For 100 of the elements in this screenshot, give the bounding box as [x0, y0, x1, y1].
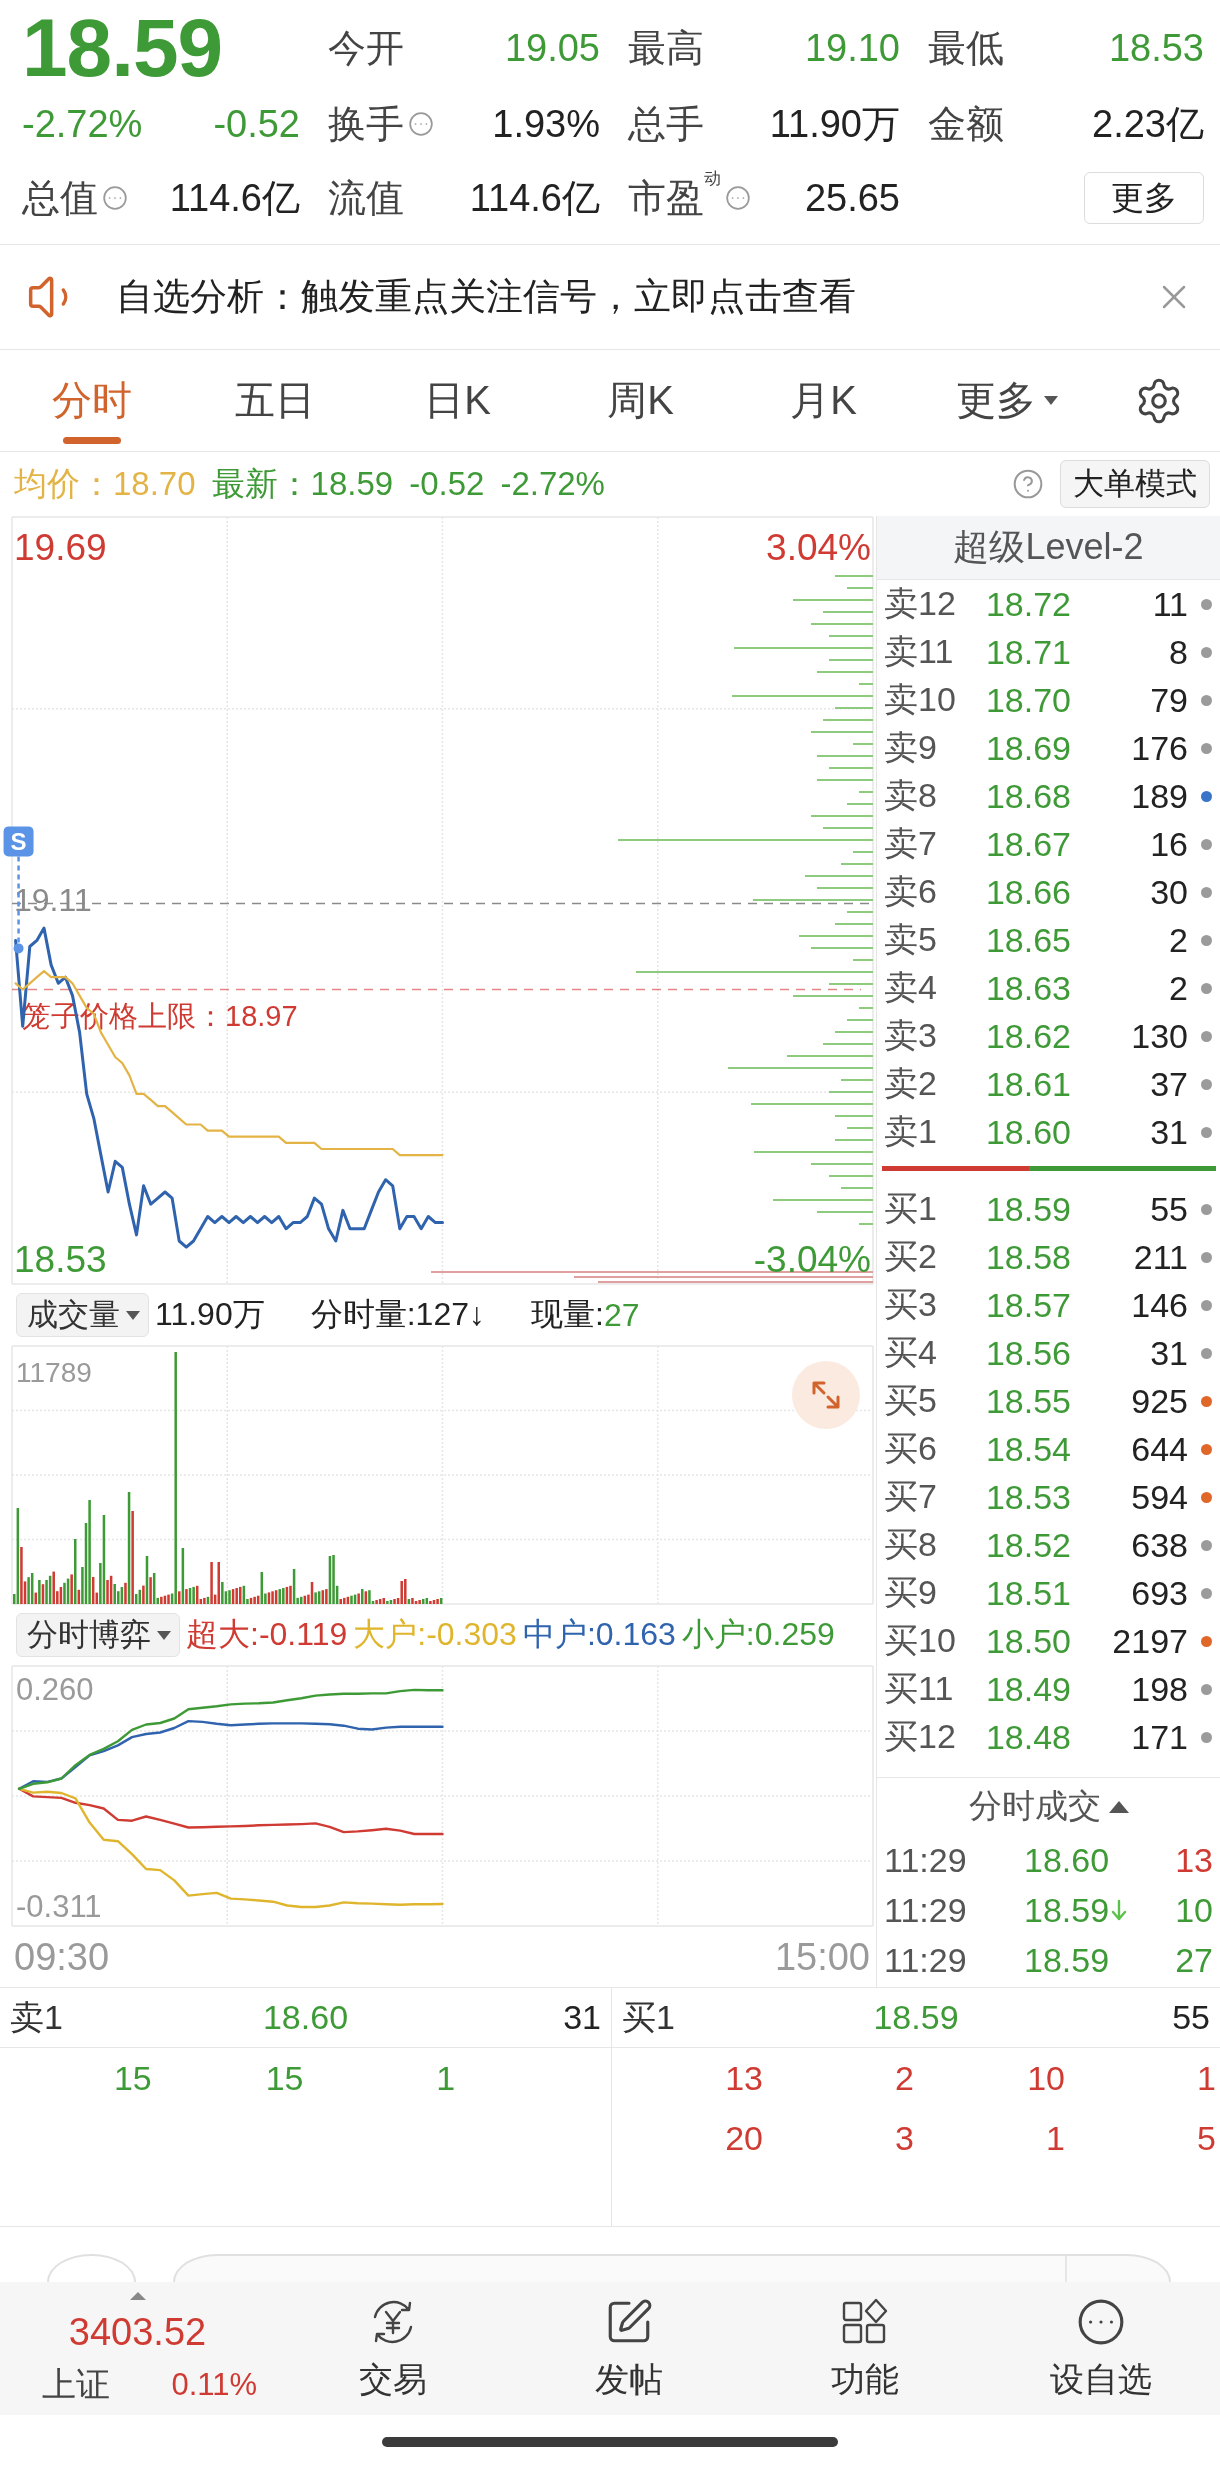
- stat-label: 最低: [928, 25, 1004, 71]
- notice-text[interactable]: 自选分析：触发重点关注信号，立即点击查看: [116, 272, 1154, 322]
- nav-item[interactable]: 设自选: [983, 2282, 1219, 2415]
- trade-time: 11:29: [884, 1840, 968, 1880]
- order-price: 18.50: [984, 1621, 1071, 1661]
- trade-price: 18.59: [1024, 1940, 1110, 1980]
- price-axis-label: 19.69: [14, 527, 107, 569]
- signal-badge: S: [3, 826, 34, 857]
- caret-down-icon: [126, 1310, 140, 1320]
- order-price: 18.70: [984, 680, 1071, 720]
- trade-price: 18.60: [1024, 1840, 1110, 1880]
- order-volume: 638: [1130, 1525, 1188, 1565]
- order-level: 买1: [884, 1188, 938, 1229]
- more-button[interactable]: 更多: [1084, 172, 1204, 224]
- order-price: 18.67: [984, 824, 1071, 864]
- order-volume: 55: [1149, 1189, 1188, 1229]
- stat-label: 流值: [328, 175, 404, 221]
- order-volume: 30: [1149, 872, 1188, 912]
- order-level: 买2: [884, 1236, 938, 1277]
- caret-up-icon: [129, 2292, 146, 2300]
- order-level: 卖9: [884, 727, 938, 768]
- nav-item[interactable]: 功能: [747, 2282, 983, 2415]
- order-book-title: 超级Level-2: [877, 516, 1220, 580]
- mode-button[interactable]: 大单模式: [1060, 460, 1210, 508]
- order-price: 18.52: [984, 1525, 1071, 1565]
- caret-down-icon: [157, 1630, 171, 1640]
- stat-label: 今开: [328, 25, 404, 71]
- order-volume: 171: [1130, 1717, 1188, 1757]
- index-value[interactable]: 3403.52: [68, 2310, 207, 2354]
- time-label: 15:00: [774, 1935, 870, 1979]
- queue-order: 10: [1026, 2058, 1065, 2098]
- chart-tab[interactable]: 五日: [183, 350, 366, 451]
- queue-order: 2: [894, 2058, 914, 2098]
- info-icon[interactable]: [408, 111, 434, 137]
- order-level: 卖10: [884, 679, 957, 720]
- stat-value: 2.23亿: [1092, 101, 1204, 147]
- indicator-dropdown[interactable]: 分时博弈: [16, 1613, 180, 1657]
- stat-value: 25.65: [804, 176, 900, 220]
- order-volume: 8: [1168, 632, 1188, 672]
- order-volume: 16: [1149, 824, 1188, 864]
- order-level: 买9: [884, 1572, 938, 1613]
- order-price: 18.48: [984, 1717, 1071, 1757]
- queue-order: 1: [1045, 2118, 1065, 2158]
- minute-volume: 分时量:127↓: [310, 1295, 485, 1334]
- order-price: 18.68: [984, 776, 1071, 816]
- queue-order: 5: [1196, 2118, 1216, 2158]
- order-volume: 37: [1149, 1064, 1188, 1104]
- percent-axis-label: 3.04%: [766, 527, 871, 569]
- chart-tab[interactable]: 更多: [915, 350, 1098, 451]
- order-level: 卖11: [884, 631, 955, 672]
- stat-label: 总手: [628, 101, 704, 147]
- stat-label: 金额: [928, 101, 1004, 147]
- queue-order: 1: [1196, 2058, 1216, 2098]
- stat-value: 19.05: [504, 26, 600, 70]
- order-volume: 31: [1149, 1112, 1188, 1152]
- order-price: 18.63: [984, 968, 1071, 1008]
- chart-tab[interactable]: 日K: [366, 350, 549, 451]
- stat-value: 11.90万: [769, 101, 900, 147]
- stat-value: 114.6亿: [169, 175, 300, 221]
- queue-order: 15: [264, 2058, 304, 2098]
- info-icon[interactable]: [725, 185, 751, 211]
- order-level: 卖2: [884, 1063, 938, 1104]
- order-price: 18.59: [984, 1189, 1071, 1229]
- latest-price: 最新：18.59: [211, 463, 394, 504]
- legend-item: 超大:-0.119: [186, 1615, 348, 1654]
- nav-item[interactable]: 交易: [275, 2282, 511, 2415]
- order-price: 18.61: [984, 1064, 1071, 1104]
- stat-label: 总值: [22, 175, 98, 221]
- chart-tab[interactable]: 分时: [0, 350, 183, 451]
- order-level: 卖12: [884, 583, 957, 624]
- trade-volume: 10: [1174, 1890, 1213, 1930]
- last-price: 18.59: [22, 7, 224, 89]
- stat-value: 114.6亿: [469, 175, 600, 221]
- order-volume: 146: [1130, 1285, 1188, 1325]
- order-volume: 594: [1130, 1477, 1188, 1517]
- more-icon[interactable]: [1076, 2297, 1126, 2347]
- order-volume: 31: [1149, 1333, 1188, 1373]
- caret-up-icon: [1108, 1800, 1129, 1813]
- legend-item: 中户:0.163: [522, 1615, 676, 1654]
- chart-tab[interactable]: 月K: [732, 350, 915, 451]
- flow-axis-label: 0.260: [16, 1672, 94, 1708]
- order-level: 卖4: [884, 967, 938, 1008]
- order-level: 买8: [884, 1524, 938, 1565]
- trade-volume: 27: [1174, 1940, 1213, 1980]
- info-icon[interactable]: [102, 185, 128, 211]
- order-volume: 189: [1130, 776, 1188, 816]
- order-level: 买4: [884, 1332, 938, 1373]
- order-level: 买6: [884, 1428, 938, 1469]
- chart-tab[interactable]: 周K: [549, 350, 732, 451]
- stat-value: 19.10: [804, 26, 900, 70]
- order-price: 18.71: [984, 632, 1071, 672]
- trades-title[interactable]: 分时成交: [968, 1784, 1101, 1829]
- help-icon[interactable]: [1012, 468, 1044, 500]
- legend-item: 大户:-0.303: [353, 1615, 517, 1654]
- current-volume-value: 27: [603, 1296, 640, 1334]
- change-percent: -2.72%: [500, 465, 605, 503]
- indicator-dropdown[interactable]: 成交量: [16, 1293, 149, 1337]
- change-amount: -0.52: [409, 465, 485, 503]
- nav-item[interactable]: 发帖: [511, 2282, 747, 2415]
- expand-icon[interactable]: [792, 1361, 860, 1429]
